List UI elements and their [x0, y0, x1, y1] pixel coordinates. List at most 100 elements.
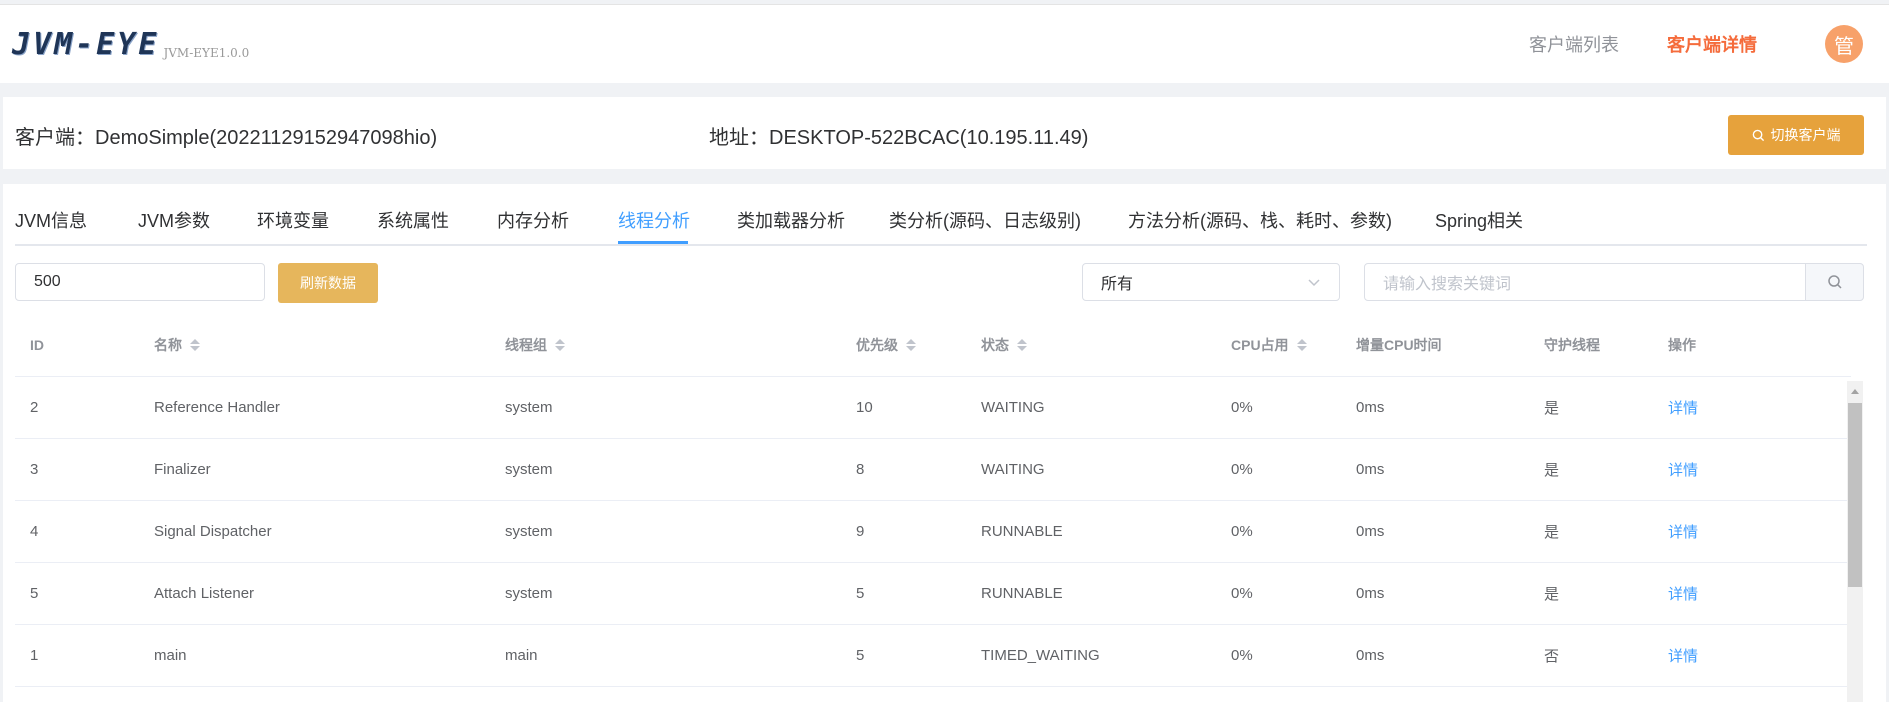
- tab-memory-analysis[interactable]: 内存分析: [497, 207, 569, 233]
- column-header-state[interactable]: 状态: [981, 314, 1027, 376]
- cell-daemon: 是: [1544, 586, 1560, 603]
- avatar[interactable]: 管: [1825, 25, 1863, 63]
- cell-state: WAITING: [981, 399, 1045, 416]
- cell-daemon: 否: [1544, 648, 1560, 665]
- logo-version: JVM-EYE1.0.0: [163, 46, 250, 60]
- cell-daemon: 是: [1544, 400, 1560, 417]
- cell-cpu: 0%: [1231, 647, 1253, 664]
- state-filter-select[interactable]: 所有: [1082, 263, 1340, 301]
- cell-cpu: 0%: [1231, 523, 1253, 540]
- tab-class-analysis[interactable]: 类分析(源码、日志级别): [889, 207, 1081, 233]
- search-button[interactable]: [1805, 263, 1864, 301]
- column-header-daemon: 守护线程: [1544, 337, 1600, 353]
- cell-cpu: 0%: [1231, 585, 1253, 602]
- cell-state: RUNNABLE: [981, 585, 1063, 602]
- cell-delta-cpu: 0ms: [1356, 399, 1385, 416]
- detail-link[interactable]: 详情: [1668, 563, 1698, 624]
- cell-state: RUNNABLE: [981, 523, 1063, 540]
- tab-spring[interactable]: Spring相关: [1435, 207, 1523, 233]
- switch-client-button[interactable]: 切换客户端: [1728, 115, 1864, 155]
- sort-icon[interactable]: [906, 339, 916, 351]
- logo: JVM-EYE JVM-EYE1.0.0: [12, 27, 249, 62]
- cell-delta-cpu: 0ms: [1356, 461, 1385, 478]
- scroll-up-arrow-icon[interactable]: [1851, 389, 1859, 394]
- tab-method-analysis[interactable]: 方法分析(源码、栈、耗时、参数): [1128, 207, 1392, 233]
- sort-icon[interactable]: [555, 339, 565, 351]
- limit-input-value: 500: [34, 273, 61, 290]
- tab-classloader-analysis[interactable]: 类加载器分析: [737, 207, 845, 233]
- table-row: 5 Attach Listener system 5 RUNNABLE 0% 0…: [15, 563, 1851, 625]
- client-address: 地址：DESKTOP-522BCAC(10.195.11.49): [709, 127, 1089, 149]
- search-icon: [1827, 275, 1842, 289]
- cell-priority: 10: [856, 399, 873, 416]
- cell-id: 3: [30, 461, 39, 478]
- cell-name: Signal Dispatcher: [154, 523, 272, 540]
- column-header-cpu[interactable]: CPU占用: [1231, 314, 1307, 376]
- state-filter-value: 所有: [1101, 276, 1134, 293]
- cell-id: 1: [30, 647, 39, 664]
- sort-icon[interactable]: [1017, 339, 1027, 351]
- detail-link[interactable]: 详情: [1668, 377, 1698, 438]
- cell-priority: 8: [856, 461, 865, 478]
- switch-client-label: 切换客户端: [1770, 127, 1841, 143]
- cell-group: main: [505, 647, 538, 664]
- table-scrollbar[interactable]: [1847, 381, 1863, 702]
- cell-state: TIMED_WAITING: [981, 647, 1100, 664]
- logo-text: JVM-EYE: [12, 27, 160, 62]
- cell-daemon: 是: [1544, 524, 1560, 541]
- detail-link[interactable]: 详情: [1668, 439, 1698, 500]
- chevron-down-icon: [1308, 279, 1320, 287]
- refresh-button[interactable]: 刷新数据: [278, 263, 378, 303]
- sort-icon[interactable]: [190, 339, 200, 351]
- cell-priority: 9: [856, 523, 865, 540]
- search-icon: [1752, 129, 1764, 141]
- cell-cpu: 0%: [1231, 461, 1253, 478]
- cell-group: system: [505, 523, 553, 540]
- scrollbar-thumb[interactable]: [1848, 403, 1862, 587]
- cell-name: Attach Listener: [154, 585, 255, 602]
- detail-link[interactable]: 详情: [1668, 501, 1698, 562]
- tab-bar: JVM信息 JVM参数 环境变量 系统属性 内存分析 线程分析 类加载器分析 类…: [15, 184, 1867, 246]
- cell-delta-cpu: 0ms: [1356, 585, 1385, 602]
- cell-group: system: [505, 399, 553, 416]
- table-row: 3 Finalizer system 8 WAITING 0% 0ms 是 详情: [15, 439, 1851, 501]
- cell-group: system: [505, 461, 553, 478]
- tab-system-props[interactable]: 系统属性: [377, 207, 449, 233]
- sort-icon[interactable]: [1296, 339, 1307, 351]
- tab-jvm-info[interactable]: JVM信息: [15, 207, 87, 233]
- nav-client-list[interactable]: 客户端列表: [1529, 31, 1619, 57]
- search-placeholder: 请输入搜索关键词: [1383, 276, 1512, 293]
- column-header-priority[interactable]: 优先级: [856, 314, 916, 376]
- cell-name: Reference Handler: [154, 399, 280, 416]
- cell-priority: 5: [856, 647, 865, 664]
- column-header-delta-cpu: 增量CPU时间: [1356, 337, 1442, 353]
- cell-id: 4: [30, 523, 39, 540]
- column-header-id: ID: [30, 337, 44, 353]
- cell-name: main: [154, 647, 187, 664]
- tab-thread-analysis[interactable]: 线程分析: [618, 207, 690, 233]
- search-input[interactable]: 请输入搜索关键词: [1364, 263, 1807, 301]
- cell-cpu: 0%: [1231, 399, 1253, 416]
- table-row: 4 Signal Dispatcher system 9 RUNNABLE 0%…: [15, 501, 1851, 563]
- app-header: JVM-EYE JVM-EYE1.0.0 客户端列表 客户端详情 管: [0, 4, 1889, 83]
- thread-analysis-panel: JVM信息 JVM参数 环境变量 系统属性 内存分析 线程分析 类加载器分析 类…: [3, 184, 1886, 702]
- cell-daemon: 是: [1544, 462, 1560, 479]
- detail-link[interactable]: 详情: [1668, 625, 1698, 686]
- table-row: 2 Reference Handler system 10 WAITING 0%…: [15, 377, 1851, 439]
- tab-env-vars[interactable]: 环境变量: [257, 207, 329, 233]
- nav-client-detail[interactable]: 客户端详情: [1667, 31, 1757, 57]
- active-tab-indicator: [618, 241, 688, 244]
- cell-name: Finalizer: [154, 461, 211, 478]
- tab-jvm-params[interactable]: JVM参数: [138, 207, 210, 233]
- limit-input[interactable]: 500: [15, 263, 265, 301]
- cell-id: 5: [30, 585, 39, 602]
- column-header-name[interactable]: 名称: [154, 314, 200, 376]
- cell-delta-cpu: 0ms: [1356, 523, 1385, 540]
- table-row: 1 main main 5 TIMED_WAITING 0% 0ms 否 详情: [15, 625, 1851, 687]
- cell-id: 2: [30, 399, 39, 416]
- client-name: 客户端：DemoSimple(20221129152947098hio): [15, 127, 438, 149]
- client-info-bar: 客户端：DemoSimple(20221129152947098hio) 地址：…: [3, 97, 1886, 169]
- cell-delta-cpu: 0ms: [1356, 647, 1385, 664]
- column-header-group[interactable]: 线程组: [505, 314, 565, 376]
- column-header-action: 操作: [1668, 337, 1696, 353]
